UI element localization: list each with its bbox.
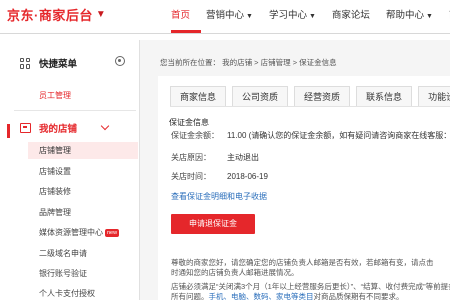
notice-paragraph-2: 店铺必须满足“关闭满3个月（1年以上经营服务后更长）”、“结算、收付费完成”等前… <box>171 282 450 292</box>
sidebar-item-bank-verify[interactable]: 银行账号验证 <box>39 268 87 279</box>
chevron-down-icon <box>100 121 110 131</box>
sidebar-item-store-management[interactable]: 店铺管理 <box>28 142 138 159</box>
tab-bar: 商家信息 公司资质 经营资质 联系信息 功能设 <box>170 86 450 107</box>
nav-marketing-label: 营销中心 <box>206 10 245 21</box>
notice-line: 尊敬的商家您好，请您确定您的店铺负责人邮箱是否有效，若邮箱有变，请点击 <box>171 258 434 267</box>
section-active-marker <box>7 124 10 138</box>
refund-deposit-button[interactable]: 申请退保证金 <box>171 214 255 234</box>
caret-down-icon: ▼ <box>95 8 107 20</box>
notice-text: ）”、“结算、收付费完成”等前提条件后 <box>346 282 450 291</box>
row-key: 关店时间： <box>171 172 211 181</box>
brand-logo[interactable]: 京东·商家后台 ▼ <box>7 5 106 23</box>
row-deposit-balance: 保证金余额：11.00 (请确认您的保证金余额，如有疑问请咨询商家在线客服：9 <box>171 130 450 141</box>
row-close-reason: 关店原因： 主动退出 <box>171 152 259 163</box>
sidebar-item-brand-management[interactable]: 品牌管理 <box>39 207 71 218</box>
row-value: 11.00 (请确认您的保证金余额，如有疑问请咨询商家在线客服： <box>227 131 450 140</box>
top-header: 京东·商家后台 ▼ 首页 营销中心▼ 学习中心▼ 商家论坛 帮助中心▼ 商家 <box>0 0 450 34</box>
notice-text: 店铺必须满足“关闭满3个月（1年以上 <box>171 282 295 291</box>
sidebar-item-media-center[interactable]: 媒体资源管理中心 new <box>39 227 120 238</box>
gear-icon[interactable] <box>115 56 125 66</box>
notice-text: 对商品质保期有不同要求。 <box>313 292 404 300</box>
nav-learning-label: 学习中心 <box>268 10 307 21</box>
tab-contact-info[interactable]: 联系信息 <box>356 86 413 107</box>
quick-menu-label: 快捷菜单 <box>39 59 78 70</box>
sidebar-item-staff[interactable]: 员工管理 <box>39 90 71 101</box>
sidebar-item-card-auth[interactable]: 个人卡支付授权 <box>39 288 95 299</box>
caret-down-icon: ▼ <box>425 13 433 20</box>
quick-menu-header[interactable]: 快捷菜单 <box>14 50 134 76</box>
sidebar-item-media-label: 媒体资源管理中心 <box>39 228 103 237</box>
sidebar-item-store-decoration[interactable]: 店铺装修 <box>39 186 71 197</box>
notice-paragraph-1: 尊敬的商家您好，请您确定您的店铺负责人邮箱是否有效，若邮箱有变，请点击 <box>171 258 434 268</box>
notice-paragraph-1b: 时通知您的店铺负责人邮箱进展情况。 <box>171 268 299 278</box>
sidebar-divider <box>14 110 136 111</box>
caret-down-icon: ▼ <box>246 13 253 20</box>
nav-marketing[interactable]: 营销中心 ▼ <box>198 0 261 34</box>
notice-text: 所有问题。 <box>171 292 209 300</box>
row-close-time: 关店时间： 2018-06-19 <box>171 171 268 182</box>
row-key: 保证金余额： <box>171 131 219 140</box>
view-deposit-details-link[interactable]: 查看保证金明细和电子收据 <box>171 191 267 202</box>
tabs-underline <box>170 106 450 107</box>
breadcrumb: 您当前所在位置： 我的店铺 > 店铺管理 > 保证金信息 <box>160 58 337 67</box>
section-title: 保证金信息 <box>169 118 209 127</box>
brand-title: 京东·商家后台 <box>7 7 93 23</box>
nav-active-indicator <box>171 30 201 33</box>
tab-company-qualification[interactable]: 公司资质 <box>232 86 289 107</box>
sidebar <box>7 40 140 300</box>
tab-functions[interactable]: 功能设 <box>418 86 450 107</box>
sidebar-item-subdomain[interactable]: 二级域名申请 <box>39 248 87 259</box>
grid-icon <box>20 57 31 69</box>
nav-help[interactable]: 帮助中心 ▼ <box>378 0 441 34</box>
nav-forum[interactable]: 商家论坛 <box>324 0 378 34</box>
store-icon <box>20 123 31 133</box>
main-nav: 首页 营销中心▼ 学习中心▼ 商家论坛 帮助中心▼ 商家 <box>163 0 450 34</box>
new-badge: new <box>105 229 120 237</box>
caret-down-icon: ▼ <box>308 13 316 20</box>
nav-home[interactable]: 首页 <box>163 0 198 34</box>
sidebar-section-my-store[interactable]: 我的店铺 <box>14 118 134 138</box>
tab-business-qualification[interactable]: 经营资质 <box>294 86 351 107</box>
notice-paragraph-2b: 所有问题。手机、电脑、数码、家电等类目对商品质保期有不同要求。 <box>171 292 404 300</box>
sidebar-section-label: 我的店铺 <box>39 124 78 135</box>
tab-merchant-info[interactable]: 商家信息 <box>170 86 227 107</box>
row-value: 主动退出 <box>227 153 259 162</box>
notice-text: 经营服务后更长 <box>294 282 347 291</box>
nav-merchant[interactable]: 商家 <box>441 0 450 34</box>
sidebar-item-store-settings[interactable]: 店铺设置 <box>39 166 71 177</box>
row-value: 2018-06-19 <box>227 172 268 181</box>
row-key: 关店原因： <box>171 153 211 162</box>
nav-learning[interactable]: 学习中心 ▼ <box>261 0 324 34</box>
nav-help-label: 帮助中心 <box>385 10 424 21</box>
category-link[interactable]: 手机、电脑、数码、家电等类目 <box>209 292 314 300</box>
notice-line: 时通知您的店铺负责人邮箱进展情况。 <box>171 268 299 277</box>
